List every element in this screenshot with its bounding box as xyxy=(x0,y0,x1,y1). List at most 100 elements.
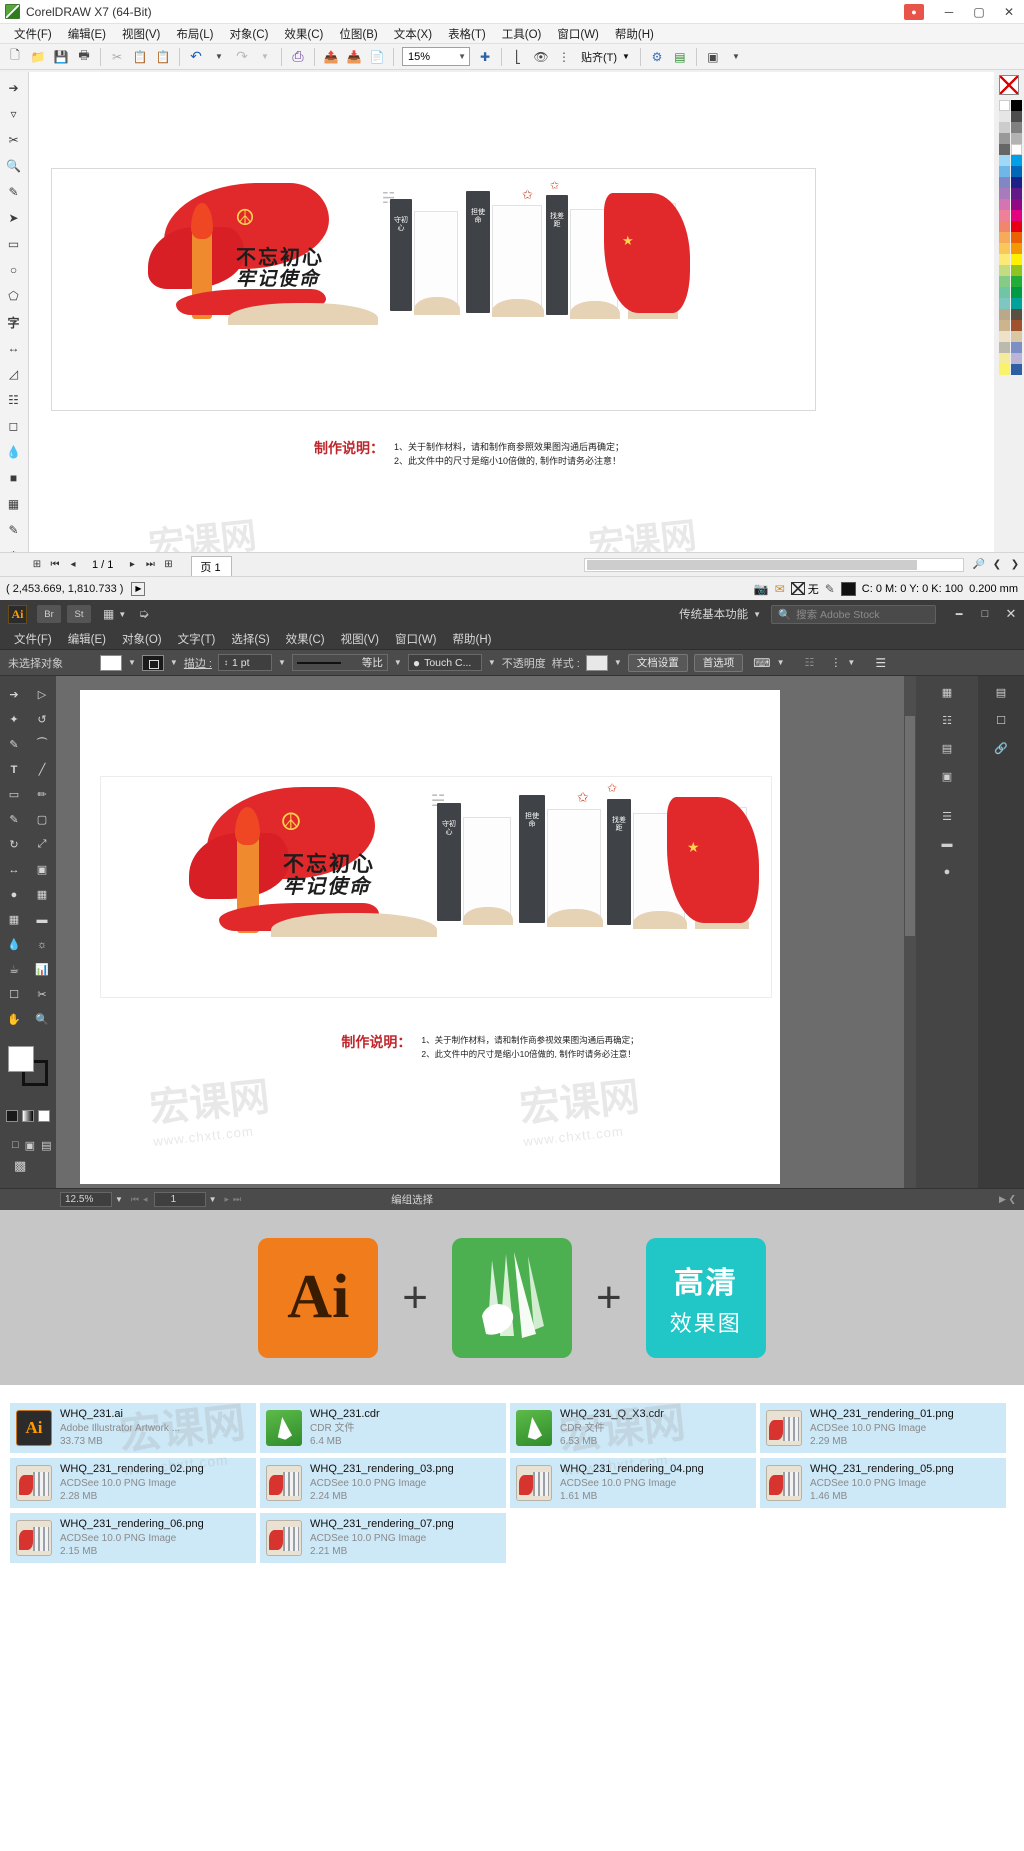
zoom-level-combo[interactable]: 15% ▼ xyxy=(402,47,470,66)
swatch[interactable] xyxy=(1011,254,1022,265)
swatch[interactable] xyxy=(999,100,1010,111)
color-panel-icon[interactable]: ▦ xyxy=(934,680,960,704)
tool-artboard-icon[interactable]: ☐ xyxy=(0,982,28,1007)
tool-interactive-fill-icon[interactable]: ■ xyxy=(0,465,27,491)
maximize-button[interactable]: ▢ xyxy=(964,0,994,24)
swatch[interactable] xyxy=(1011,265,1022,276)
document-setup-button[interactable]: 文档设置 xyxy=(627,653,688,672)
undo-icon[interactable]: ↶ xyxy=(185,46,207,68)
swatch[interactable] xyxy=(1011,122,1022,133)
swatch[interactable] xyxy=(1011,188,1022,199)
tool-line-icon[interactable]: ╱ xyxy=(28,757,56,782)
swatch[interactable] xyxy=(1011,276,1022,287)
copy-icon[interactable]: 📋 xyxy=(129,46,151,68)
ai-next-artboard-icon[interactable]: ▸ xyxy=(224,1194,229,1205)
swatch[interactable] xyxy=(999,177,1010,188)
tool-rectangle-icon[interactable]: ▭ xyxy=(0,231,27,257)
tool-magic-wand-icon[interactable]: ✦ xyxy=(0,707,28,732)
print-icon[interactable]: 🖶 xyxy=(73,46,95,68)
ai-artboard-input[interactable]: 1 xyxy=(153,1192,206,1207)
swatch[interactable] xyxy=(999,364,1010,375)
close-button[interactable]: ✕ xyxy=(998,600,1024,628)
tool-transparency-icon[interactable]: ◻ xyxy=(0,413,27,439)
file-item[interactable]: WHQ_231_rendering_05.png ACDSee 10.0 PNG… xyxy=(760,1458,1006,1508)
ai-menu-help[interactable]: 帮助(H) xyxy=(445,631,500,647)
import-icon[interactable]: ⎙ xyxy=(287,46,309,68)
tool-shape-icon[interactable]: ▿ xyxy=(0,101,27,127)
brush-definition-select[interactable]: ● Touch C... xyxy=(407,654,482,671)
redo-dropdown-icon[interactable]: ▼ xyxy=(254,46,276,68)
tool-crop-icon[interactable]: ✂ xyxy=(0,127,27,153)
adobe-stock-search[interactable]: 🔍 搜索 Adobe Stock xyxy=(771,604,936,624)
swatch[interactable] xyxy=(999,309,1010,320)
tool-freehand-icon[interactable]: ✎ xyxy=(0,179,27,205)
swatch[interactable] xyxy=(999,254,1010,265)
previous-page-icon[interactable]: ◂ xyxy=(65,557,81,573)
tool-text-icon[interactable]: 字 xyxy=(0,309,27,335)
open-document-icon[interactable]: 📁 xyxy=(27,46,49,68)
tool-symbol-sprayer-icon[interactable]: ☕ xyxy=(0,957,28,982)
tool-direct-selection-icon[interactable]: ▷ xyxy=(28,682,56,707)
zoom-out-nav-icon[interactable]: 🔎 xyxy=(971,557,987,573)
swatch[interactable] xyxy=(1011,111,1022,122)
snapshot-icon[interactable]: 📷 xyxy=(754,582,769,596)
swatch[interactable] xyxy=(1011,353,1022,364)
swatch[interactable] xyxy=(999,221,1010,232)
export-pdf-icon[interactable]: 📄 xyxy=(366,46,388,68)
stroke-weight-input[interactable]: ↕ 1 pt xyxy=(217,654,272,671)
graphic-style-swatch[interactable] xyxy=(585,654,608,671)
swatch[interactable] xyxy=(999,144,1010,155)
swatch[interactable] xyxy=(999,166,1010,177)
menu-tools[interactable]: 工具(O) xyxy=(494,26,550,42)
swatch[interactable] xyxy=(1011,320,1022,331)
swatch[interactable] xyxy=(999,188,1010,199)
swatch[interactable] xyxy=(999,243,1010,254)
menu-object[interactable]: 对象(C) xyxy=(221,26,276,42)
swatch[interactable] xyxy=(1011,199,1022,210)
canvas-horizontal-scrollbar[interactable] xyxy=(584,557,964,572)
options-icon[interactable]: ⚙ xyxy=(646,46,668,68)
menu-layout[interactable]: 布局(L) xyxy=(168,26,221,42)
workspace-switcher[interactable]: 传统基本功能 ▼ xyxy=(679,606,761,622)
tool-pick-icon[interactable]: ➔ xyxy=(0,75,27,101)
horizontal-scroll-thumb[interactable] xyxy=(587,559,917,570)
file-item[interactable]: WHQ_231_Q_X3.cdr CDR 文件 6.53 MB xyxy=(510,1403,756,1453)
nav-left-icon[interactable]: ❮ xyxy=(989,557,1005,573)
align-icon[interactable]: ☷ xyxy=(805,656,815,669)
swatch[interactable] xyxy=(1011,232,1022,243)
tool-type-icon[interactable]: T xyxy=(0,757,28,782)
paste-icon[interactable]: 📋 xyxy=(152,46,174,68)
next-page-icon[interactable]: ▸ xyxy=(124,557,140,573)
file-item[interactable]: WHQ_231_rendering_04.png ACDSee 10.0 PNG… xyxy=(510,1458,756,1508)
fill-indicator[interactable] xyxy=(8,1046,34,1072)
tool-perspective-icon[interactable]: ▦ xyxy=(28,882,56,907)
style-chevron-icon[interactable]: ▼ xyxy=(614,658,622,667)
publish-icon[interactable]: 📥 xyxy=(343,46,365,68)
file-item[interactable]: WHQ_231_rendering_02.png ACDSee 10.0 PNG… xyxy=(10,1458,256,1508)
tool-outline-icon[interactable]: ✎ xyxy=(0,517,27,543)
first-page-icon[interactable]: ⏮ xyxy=(47,557,63,573)
file-item[interactable]: WHQ_231_rendering_07.png ACDSee 10.0 PNG… xyxy=(260,1513,506,1563)
close-button[interactable]: ✕ xyxy=(994,0,1024,24)
ai-vscroll-thumb[interactable] xyxy=(905,716,915,936)
swatch[interactable] xyxy=(999,265,1010,276)
stroke-profile-chevron-icon[interactable]: ▼ xyxy=(394,658,402,667)
color-palette[interactable] xyxy=(994,72,1024,552)
stroke-profile-select[interactable]: 等比 xyxy=(291,654,388,671)
palette-column-2[interactable] xyxy=(999,100,1010,375)
swatch[interactable] xyxy=(1011,166,1022,177)
tool-curvature-icon[interactable]: ⏜ xyxy=(28,732,56,757)
tool-pencil-icon[interactable]: ✎ xyxy=(0,807,28,832)
user-account-icon[interactable]: ● xyxy=(904,3,924,20)
chevron-down-icon[interactable]: ▼ xyxy=(458,52,466,61)
swatch[interactable] xyxy=(999,199,1010,210)
swatch[interactable] xyxy=(1011,298,1022,309)
swatch[interactable] xyxy=(999,342,1010,353)
tool-width-icon[interactable]: ↔ xyxy=(0,857,28,882)
swatch[interactable] xyxy=(1011,243,1022,254)
swatch[interactable] xyxy=(999,232,1010,243)
swatch[interactable] xyxy=(1011,309,1022,320)
nav-right-icon[interactable]: ❯ xyxy=(1007,557,1023,573)
ai-menu-view[interactable]: 视图(V) xyxy=(333,631,387,647)
illustrator-canvas[interactable]: 宏课网www.chxtt.com 宏课网www.chxtt.com 宏课网www… xyxy=(56,676,916,1188)
